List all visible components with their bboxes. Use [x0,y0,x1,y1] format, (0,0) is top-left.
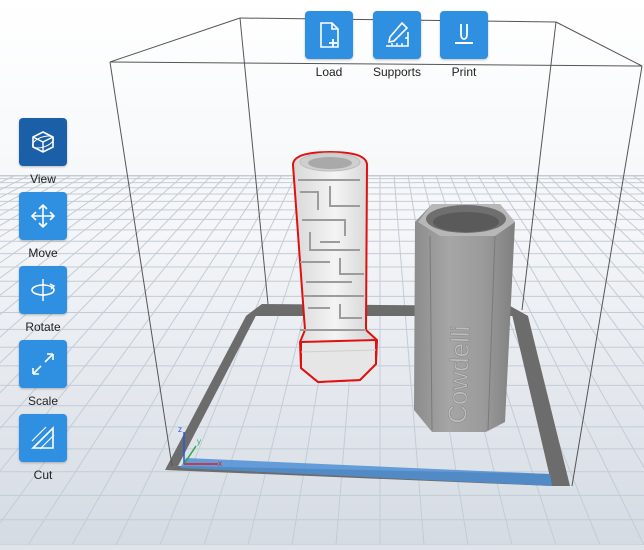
rotate-tool[interactable]: Rotate [13,266,73,334]
cut-button[interactable] [19,414,67,462]
scale-label: Scale [27,394,59,408]
view-tool[interactable]: View [13,118,73,186]
print-label: Print [451,65,477,79]
view-label: View [30,172,56,186]
3d-viewport[interactable]: Cowdelli z y x [0,0,644,545]
axis-x-label: x [218,459,222,468]
axis-y-label: y [197,437,201,446]
cut-triangle-icon [31,426,55,450]
file-plus-icon [320,22,339,48]
supports-tool[interactable]: Supports [367,11,427,79]
move-button[interactable] [19,192,67,240]
scale-tool[interactable]: Scale [13,340,73,408]
rotate-label: Rotate [25,320,61,334]
load-button[interactable] [305,11,353,59]
move-arrows-icon [30,203,56,229]
rotate-orbit-icon [31,279,56,301]
move-tool[interactable]: Move [13,192,73,260]
load-label: Load [315,65,343,79]
cut-tool[interactable]: Cut [13,414,73,482]
scene-canvas[interactable]: Cowdelli z y x [0,0,644,545]
print-tool[interactable]: Print [434,11,494,79]
rotate-button[interactable] [19,266,67,314]
supports-label: Supports [372,65,422,79]
scale-arrows-icon [32,353,54,375]
print-button[interactable] [440,11,488,59]
download-tray-icon [455,24,473,44]
axis-z-label: z [178,425,182,434]
supports-button[interactable] [373,11,421,59]
move-label: Move [28,246,58,260]
pencil-ruler-icon [386,21,409,47]
model-maze-cylinder[interactable] [291,150,379,384]
scale-button[interactable] [19,340,67,388]
cup-engraved-text: Cowdelli [442,325,475,424]
view-button[interactable] [19,118,67,166]
load-tool[interactable]: Load [299,11,359,79]
cube-view-icon [32,131,54,153]
cut-label: Cut [33,468,53,482]
model-hexagonal-cup[interactable]: Cowdelli [414,204,515,432]
